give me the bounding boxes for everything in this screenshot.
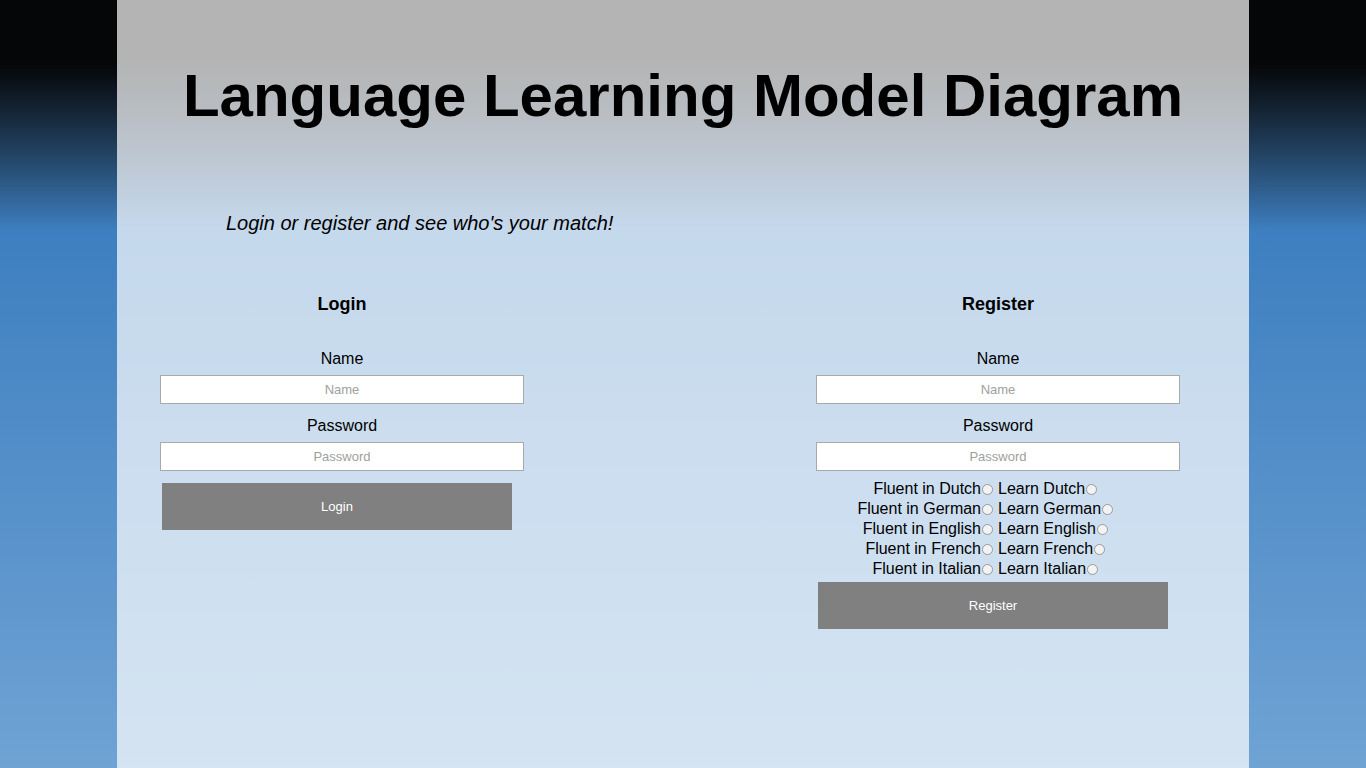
radio-button[interactable] [982,504,993,515]
subtitle: Login or register and see who's your mat… [226,211,1249,235]
radio-button[interactable] [1102,504,1113,515]
page-title: Language Learning Model Diagram [117,0,1249,130]
option-label: Fluent in French [865,539,981,559]
fluent-option: Fluent in Italian [816,559,998,579]
field-label: Name [160,349,524,369]
login-button[interactable]: Login [162,483,512,530]
option-label: Learn French [998,539,1093,559]
fluent-option: Fluent in English [816,519,998,539]
password-input[interactable] [160,442,524,471]
radio-button[interactable] [1097,524,1108,535]
password-input[interactable] [816,442,1180,471]
learn-option: Learn German [998,499,1180,519]
radio-button[interactable] [982,484,993,495]
option-label: Learn Italian [998,559,1086,579]
field-label: Password [160,416,524,436]
register-form: Register Name Password Fluent in Dutch Learn… [816,293,1180,629]
radio-button[interactable] [1094,544,1105,555]
learn-option: Learn Italian [998,559,1180,579]
option-label: Learn German [998,499,1101,519]
fluent-option: Fluent in Dutch [816,479,998,499]
login-form: Login Name Password Login [160,293,524,629]
form-heading: Login [160,293,524,315]
main-panel: Language Learning Model Diagram Login or… [117,0,1249,768]
register-button[interactable]: Register [818,582,1168,629]
option-label: Learn English [998,519,1096,539]
option-label: Fluent in Italian [872,559,981,579]
name-input[interactable] [816,375,1180,404]
radio-button[interactable] [982,564,993,575]
form-heading: Register [816,293,1180,315]
option-label: Learn Dutch [998,479,1085,499]
learn-option: Learn Dutch [998,479,1180,499]
language-options: Fluent in Dutch Learn Dutch Fluent in Germ… [816,479,1180,579]
learn-option: Learn French [998,539,1180,559]
learn-option: Learn English [998,519,1180,539]
option-label: Fluent in Dutch [873,479,981,499]
radio-button[interactable] [1087,564,1098,575]
radio-button[interactable] [982,524,993,535]
fluent-option: Fluent in German [816,499,998,519]
field-label: Name [816,349,1180,369]
fluent-option: Fluent in French [816,539,998,559]
field-label: Password [816,416,1180,436]
radio-button[interactable] [1086,484,1097,495]
radio-button[interactable] [982,544,993,555]
name-input[interactable] [160,375,524,404]
option-label: Fluent in English [863,519,981,539]
option-label: Fluent in German [857,499,981,519]
